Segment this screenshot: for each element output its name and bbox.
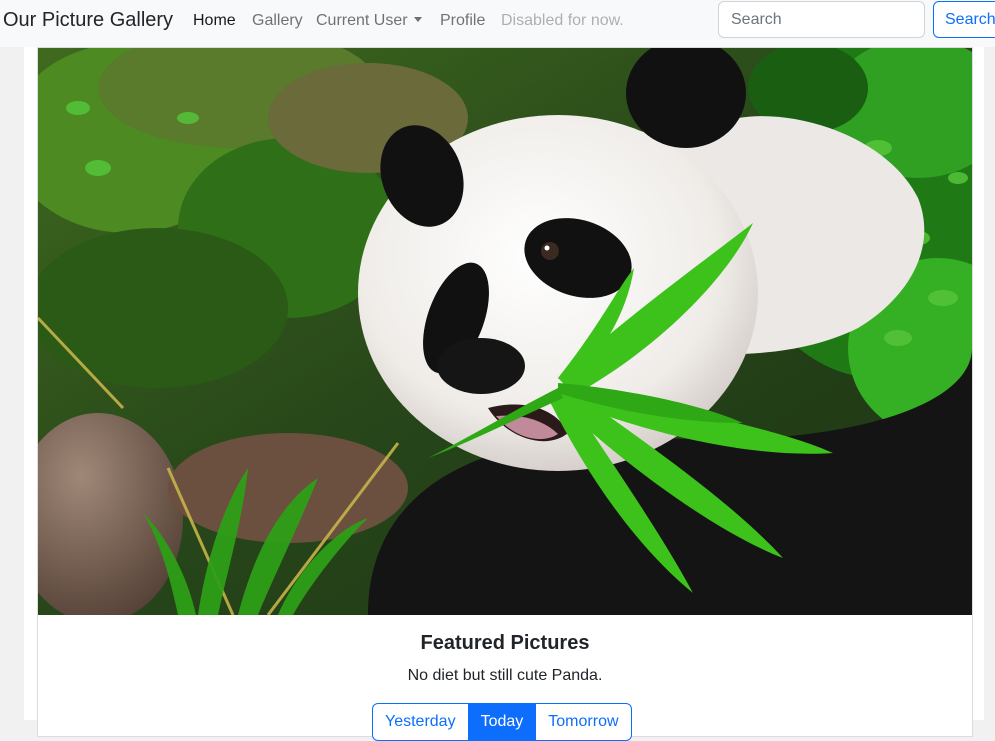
yesterday-button[interactable]: Yesterday bbox=[372, 703, 469, 741]
nav-dropdown-label: Current User bbox=[316, 12, 408, 29]
day-button-group: Yesterday Today Tomorrow bbox=[372, 703, 632, 741]
nav-link-profile[interactable]: Profile bbox=[440, 11, 485, 30]
today-button[interactable]: Today bbox=[467, 703, 537, 741]
caret-down-icon bbox=[413, 17, 422, 22]
panda-image bbox=[38, 48, 972, 615]
navbar: Our Picture Gallery Home Gallery Current… bbox=[0, 0, 995, 47]
featured-card: Featured Pictures No diet but still cute… bbox=[37, 47, 973, 741]
navbar-brand[interactable]: Our Picture Gallery bbox=[3, 8, 173, 32]
nav-dropdown-current-user[interactable]: Current User bbox=[316, 11, 422, 30]
card-title: Featured Pictures bbox=[420, 632, 590, 654]
search-button[interactable]: Search bbox=[933, 1, 995, 38]
tomorrow-button[interactable]: Tomorrow bbox=[535, 703, 632, 741]
nav-link-disabled: Disabled for now. bbox=[501, 12, 624, 29]
nav-link-home[interactable]: Home bbox=[193, 11, 236, 30]
card-text: No diet but still cute Panda. bbox=[407, 667, 603, 684]
search-input[interactable] bbox=[718, 1, 925, 38]
nav-link-gallery[interactable]: Gallery bbox=[252, 11, 303, 30]
